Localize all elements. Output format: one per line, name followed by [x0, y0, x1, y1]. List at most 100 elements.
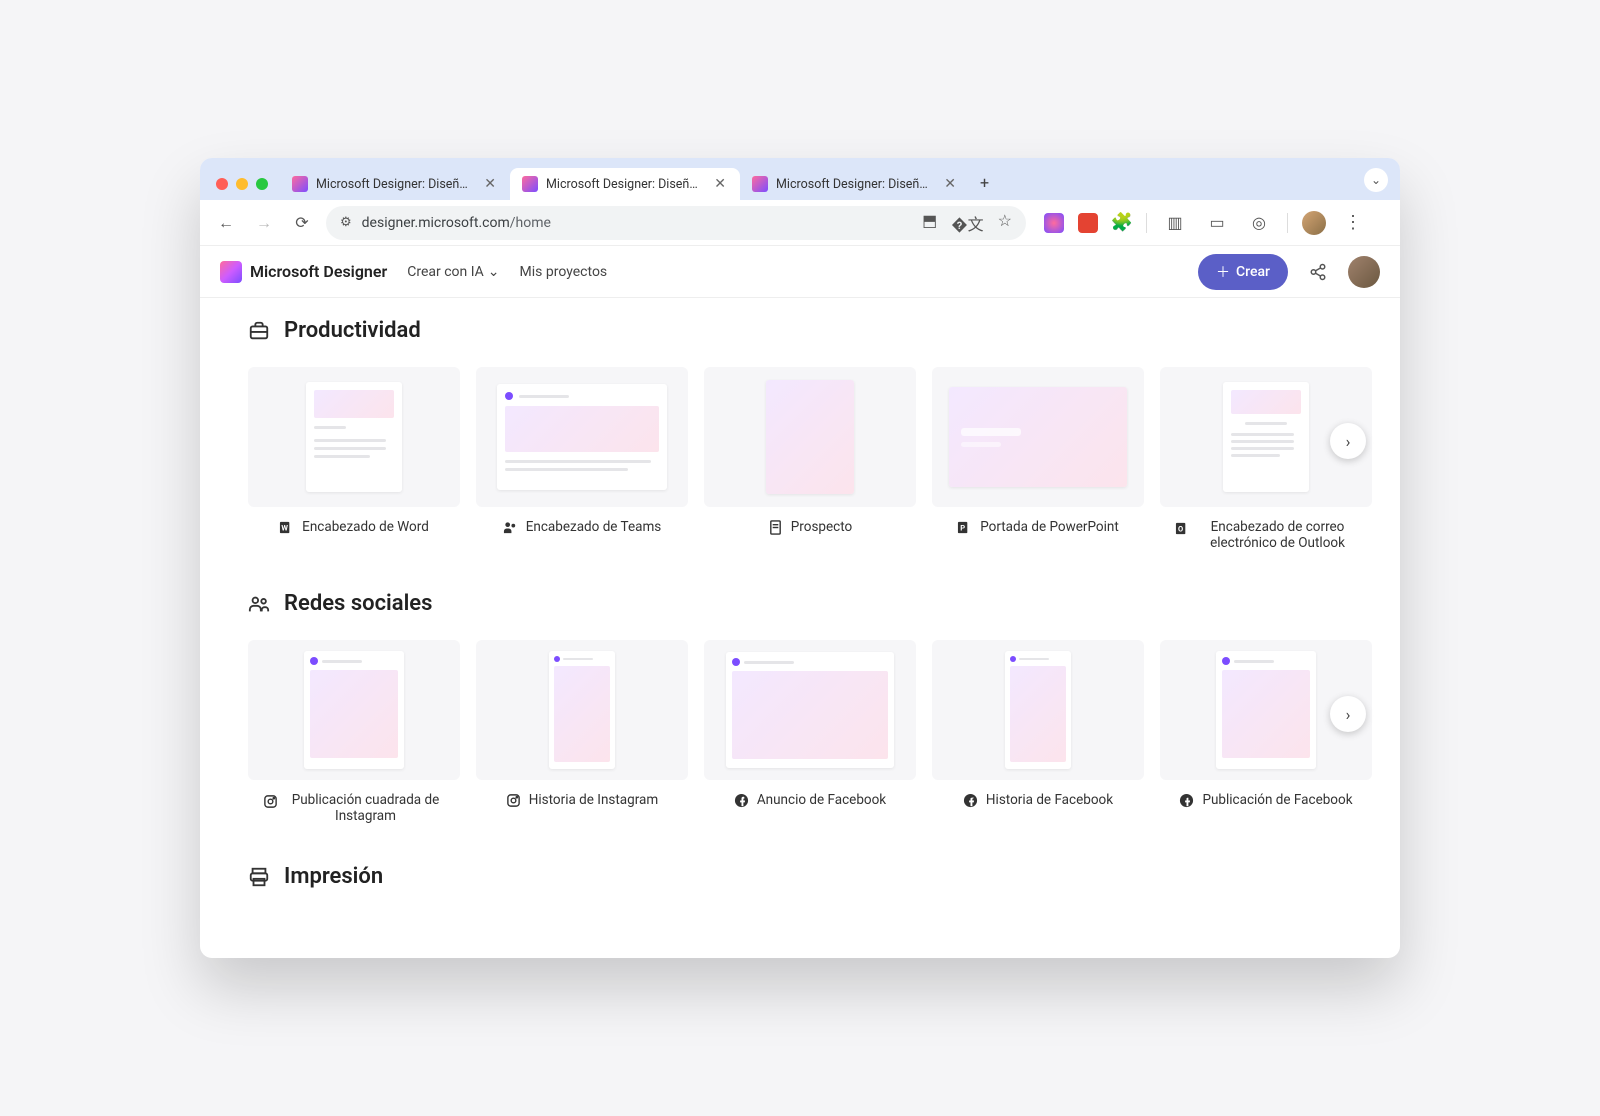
close-tab-icon[interactable]: ✕	[712, 176, 728, 192]
lens-icon[interactable]: ◎	[1245, 209, 1273, 237]
chevron-down-icon: ⌄	[488, 264, 500, 280]
template-label: Historia de Instagram	[529, 792, 658, 808]
extension-icon[interactable]	[1078, 213, 1098, 233]
side-panel-icon[interactable]: ▥	[1161, 209, 1189, 237]
template-label: Portada de PowerPoint	[980, 519, 1119, 535]
extensions-menu-icon[interactable]: 🧩	[1112, 213, 1132, 233]
close-tab-icon[interactable]: ✕	[942, 176, 958, 192]
plus-icon: ＋	[1216, 262, 1230, 282]
brand-logo-icon	[220, 261, 242, 283]
template-card-outlook-header[interactable]: O Encabezado de correo electrónico de Ou…	[1160, 367, 1372, 551]
template-thumbnail	[932, 640, 1144, 780]
outlook-icon: O	[1175, 521, 1190, 536]
template-thumbnail	[704, 367, 916, 507]
tab-favicon	[522, 176, 538, 192]
template-card-fb-story[interactable]: Historia de Facebook	[932, 640, 1144, 824]
template-thumbnail	[704, 640, 916, 780]
nav-my-projects[interactable]: Mis proyectos	[520, 264, 608, 280]
instagram-icon	[506, 793, 521, 808]
template-card-ig-story[interactable]: Historia de Instagram	[476, 640, 688, 824]
template-label: Encabezado de correo electrónico de Outl…	[1198, 519, 1358, 551]
tab-favicon	[752, 176, 768, 192]
template-label: Encabezado de Word	[302, 519, 429, 535]
template-card-fb-ad[interactable]: Anuncio de Facebook	[704, 640, 916, 824]
maximize-window-button[interactable]	[256, 178, 268, 190]
section-productivity: Productividad	[248, 318, 1352, 551]
powerpoint-icon: P	[957, 520, 972, 535]
forward-button[interactable]: →	[250, 209, 278, 237]
brand-name: Microsoft Designer	[250, 262, 387, 281]
template-card-flyer[interactable]: Prospecto	[704, 367, 916, 551]
close-tab-icon[interactable]: ✕	[482, 176, 498, 192]
facebook-icon	[963, 793, 978, 808]
share-icon[interactable]	[1308, 262, 1328, 282]
reading-list-icon[interactable]: ▭	[1203, 209, 1231, 237]
facebook-icon	[734, 793, 749, 808]
people-icon	[248, 593, 270, 615]
section-social: Redes sociales Publicación cuadra	[248, 591, 1352, 824]
facebook-icon	[1179, 793, 1194, 808]
productivity-cards: W Encabezado de Word	[248, 367, 1352, 551]
tab-overflow-button[interactable]: ⌄	[1364, 168, 1388, 192]
bookmark-icon[interactable]: ☆	[998, 211, 1012, 235]
template-card-ppt-cover[interactable]: P Portada de PowerPoint	[932, 367, 1144, 551]
install-app-icon[interactable]: ⬒	[922, 211, 937, 235]
section-title: Redes sociales	[284, 591, 432, 616]
reload-button[interactable]: ⟳	[288, 209, 316, 237]
browser-profile-avatar[interactable]	[1302, 211, 1326, 235]
back-button[interactable]: ←	[212, 209, 240, 237]
divider	[1287, 213, 1288, 233]
template-card-word-header[interactable]: W Encabezado de Word	[248, 367, 460, 551]
section-title: Impresión	[284, 864, 383, 889]
template-thumbnail	[476, 367, 688, 507]
extensions-area: 🧩 ▥ ▭ ◎ ⋮	[1044, 209, 1366, 237]
browser-window: Microsoft Designer: Diseños s ✕ Microsof…	[200, 158, 1400, 958]
scroll-next-button[interactable]: ›	[1330, 423, 1366, 459]
user-avatar[interactable]	[1348, 256, 1380, 288]
browser-tab-0[interactable]: Microsoft Designer: Diseños s ✕	[280, 168, 510, 200]
tab-title: Microsoft Designer: Diseños s	[316, 177, 474, 192]
section-print: Impresión	[248, 864, 1352, 889]
divider	[1146, 213, 1147, 233]
browser-menu-button[interactable]: ⋮	[1340, 212, 1366, 233]
briefcase-icon	[248, 320, 270, 342]
section-title: Productividad	[284, 318, 421, 343]
svg-text:O: O	[1178, 524, 1183, 533]
window-controls	[208, 178, 280, 200]
doc-icon	[768, 520, 783, 535]
tab-favicon	[292, 176, 308, 192]
extension-icon[interactable]	[1044, 213, 1064, 233]
template-label: Publicación cuadrada de Instagram	[286, 792, 446, 824]
template-label: Historia de Facebook	[986, 792, 1113, 808]
browser-toolbar: ← → ⟳ ⚙ designer.microsoft.com/home ⬒ �文…	[200, 200, 1400, 246]
site-settings-icon[interactable]: ⚙	[340, 215, 352, 230]
browser-tab-1[interactable]: Microsoft Designer: Diseños s ✕	[510, 168, 740, 200]
new-tab-button[interactable]: +	[970, 165, 999, 200]
template-label: Prospecto	[791, 519, 852, 535]
tab-strip: Microsoft Designer: Diseños s ✕ Microsof…	[200, 158, 1400, 200]
social-cards: Publicación cuadrada de Instagram	[248, 640, 1352, 824]
word-icon: W	[279, 520, 294, 535]
translate-icon[interactable]: �文	[951, 211, 983, 235]
svg-text:P: P	[960, 523, 965, 532]
browser-tab-2[interactable]: Microsoft Designer: Diseños s ✕	[740, 168, 970, 200]
printer-icon	[248, 866, 270, 888]
create-button[interactable]: ＋ Crear	[1198, 254, 1288, 290]
svg-text:W: W	[282, 523, 289, 532]
nav-create-with-ai[interactable]: Crear con IA ⌄	[407, 264, 499, 280]
template-label: Publicación de Facebook	[1202, 792, 1352, 808]
instagram-icon	[263, 794, 278, 809]
app-header: Microsoft Designer Crear con IA ⌄ Mis pr…	[200, 246, 1400, 298]
teams-icon	[503, 520, 518, 535]
template-card-fb-post[interactable]: Publicación de Facebook	[1160, 640, 1372, 824]
minimize-window-button[interactable]	[236, 178, 248, 190]
close-window-button[interactable]	[216, 178, 228, 190]
address-bar[interactable]: ⚙ designer.microsoft.com/home ⬒ �文 ☆	[326, 206, 1026, 240]
scroll-next-button[interactable]: ›	[1330, 696, 1366, 732]
brand[interactable]: Microsoft Designer	[220, 261, 387, 283]
template-card-ig-square[interactable]: Publicación cuadrada de Instagram	[248, 640, 460, 824]
template-label: Encabezado de Teams	[526, 519, 662, 535]
tab-title: Microsoft Designer: Diseños s	[546, 177, 704, 192]
template-thumbnail	[248, 367, 460, 507]
template-card-teams-header[interactable]: Encabezado de Teams	[476, 367, 688, 551]
